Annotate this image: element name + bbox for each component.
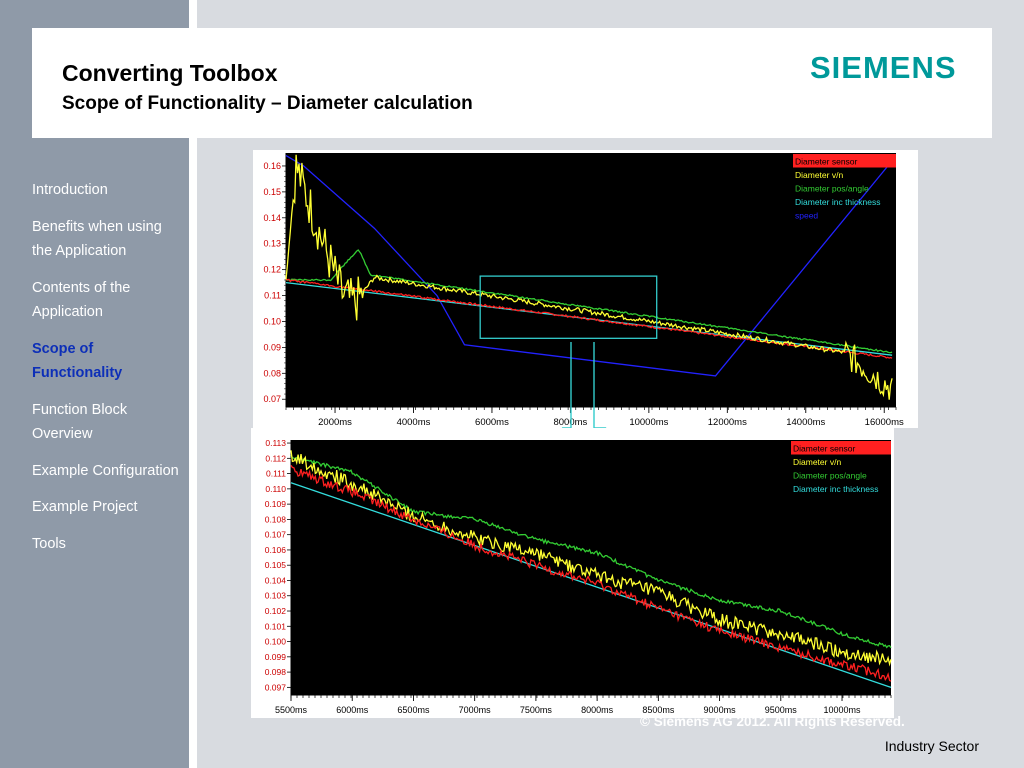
y-tick-label: 0.107 bbox=[265, 530, 287, 540]
y-tick-label: 0.097 bbox=[265, 682, 287, 692]
zoom-chart: 0.113 0.112 0.111 0.110 0.109 0.108 0.107 0.106… bbox=[251, 428, 894, 718]
y-tick-label: 0.102 bbox=[265, 606, 287, 616]
x-tick-label: 6000ms bbox=[336, 705, 369, 715]
y-tick-label: 0.098 bbox=[265, 667, 287, 677]
y-tick-label: 0.100 bbox=[265, 637, 287, 647]
legend-item-diameter-v-n: Diameter v/n bbox=[793, 457, 841, 467]
x-tick-label: 7500ms bbox=[520, 705, 553, 715]
x-tick-label: 8000ms bbox=[581, 705, 614, 715]
y-tick-label: 0.099 bbox=[265, 652, 287, 662]
legend-item-diameter-inc-thickness: Diameter inc thickness bbox=[793, 484, 879, 494]
y-tick-label: 0.111 bbox=[266, 469, 286, 479]
y-tick-label: 0.112 bbox=[265, 453, 286, 463]
zoom-chart-svg: 0.113 0.112 0.111 0.110 0.109 0.108 0.107 0.106… bbox=[265, 438, 892, 715]
x-tick-label: 5500ms bbox=[275, 705, 308, 715]
x-tick-label: 7000ms bbox=[459, 705, 492, 715]
y-tick-label: 0.105 bbox=[265, 560, 287, 570]
x-tick-label: 6500ms bbox=[397, 705, 430, 715]
y-tick-label: 0.109 bbox=[265, 499, 287, 509]
y-tick-label: 0.101 bbox=[265, 621, 287, 631]
legend-item-diameter-sensor: Diameter sensor bbox=[793, 444, 856, 454]
y-tick-label: 0.108 bbox=[265, 514, 287, 524]
y-tick-label: 0.104 bbox=[265, 575, 287, 585]
y-tick-label: 0.113 bbox=[265, 438, 286, 448]
y-tick-label: 0.103 bbox=[265, 591, 287, 601]
y-tick-label: 0.106 bbox=[265, 545, 287, 555]
industry-sector: Industry Sector bbox=[884, 738, 979, 754]
legend-item-diameter-pos-angle: Diameter pos/angle bbox=[793, 471, 867, 481]
copyright: © Siemens AG 2012. All Rights Reserved. bbox=[640, 714, 905, 729]
y-tick-label: 0.110 bbox=[265, 484, 286, 494]
